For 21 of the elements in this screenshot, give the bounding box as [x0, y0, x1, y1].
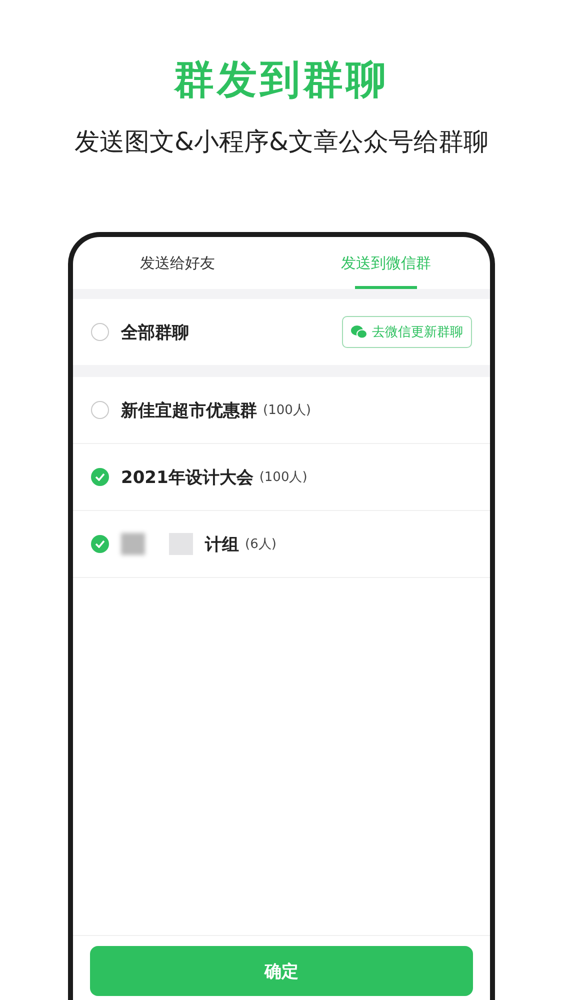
all-groups-label: 全部群聊	[121, 322, 189, 344]
update-groups-button[interactable]: 去微信更新群聊	[342, 316, 472, 348]
confirm-button[interactable]: 确定	[90, 946, 473, 996]
checked-radio[interactable]	[91, 468, 109, 486]
member-count: (100人)	[259, 469, 308, 486]
member-count: (100人)	[263, 402, 311, 419]
tab[interactable]: 发送到微信群	[282, 237, 490, 289]
redaction-blur	[121, 533, 193, 555]
subtitle: 发送图文&小程序&文章公众号给群聊	[74, 126, 488, 158]
chat-bubbles-icon	[351, 325, 367, 339]
tab[interactable]: 发送给好友	[73, 237, 282, 289]
group-name: 2021年设计大会	[121, 466, 254, 488]
radio[interactable]	[91, 401, 109, 419]
checked-radio[interactable]	[91, 535, 109, 553]
group-name: 新佳宜超市优惠群	[121, 400, 257, 422]
radio[interactable]	[91, 323, 109, 341]
member-count: (6人)	[245, 536, 276, 553]
check-icon	[95, 540, 105, 548]
check-icon	[95, 473, 105, 481]
headline: 群发到群聊	[174, 56, 389, 105]
group-name: 计组	[205, 534, 239, 556]
